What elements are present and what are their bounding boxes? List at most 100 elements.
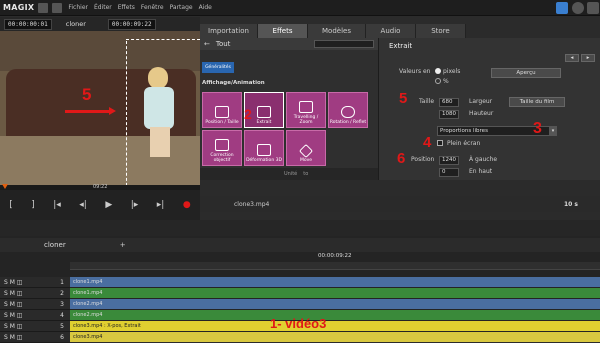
tab-templates[interactable]: Modèles [308, 24, 366, 38]
time-ruler[interactable] [70, 262, 600, 270]
x-label: À gauche [469, 156, 498, 163]
project-icon[interactable] [52, 2, 63, 13]
mark-out-icon[interactable]: ] [31, 200, 35, 210]
prev-frame-icon[interactable]: ◂| [79, 200, 87, 210]
clip-track-5[interactable]: clone3.mp4 : X-pos, Extrait [70, 321, 600, 331]
solo-mute-icon[interactable]: S M ◫ [4, 290, 22, 297]
clip-track-3[interactable]: clone2.mp4 [70, 299, 600, 309]
next-frame-icon[interactable]: |▸ [131, 200, 139, 210]
solo-mute-icon[interactable]: S M ◫ [4, 301, 22, 308]
tab-effects[interactable]: Effets [258, 24, 308, 38]
tile-travelling-zoom[interactable]: Travelling / Zoom [286, 92, 326, 128]
export-icon[interactable] [587, 2, 599, 14]
library-nav: ← Tout [200, 38, 378, 50]
track-header: S M ◫ 1 [0, 277, 70, 288]
menu-effects[interactable]: Effets [118, 4, 135, 11]
annotation-2: 2 [244, 106, 252, 122]
menu-file[interactable]: Fichier [68, 4, 88, 11]
save-icon[interactable] [38, 2, 49, 13]
next-marker-icon[interactable]: ▸| [157, 200, 165, 210]
percent-radio[interactable] [435, 78, 441, 84]
pixels-label: pixels [443, 68, 461, 75]
menu-help[interactable]: Aide [199, 4, 212, 11]
clip-track-1[interactable]: clone1.mp4 [70, 277, 600, 287]
menu-window[interactable]: Fenêtre [141, 4, 164, 11]
pixels-radio[interactable] [435, 68, 441, 74]
tile-move[interactable]: Move [286, 130, 326, 166]
clip-track-2[interactable]: clone1.mp4 [70, 288, 600, 298]
tab-audio[interactable]: Audio [366, 24, 416, 38]
position-label: Position [411, 156, 435, 163]
solo-mute-icon[interactable]: S M ◫ [4, 323, 22, 330]
track-header: S M ◫ 4 [0, 310, 70, 321]
clip-track-6[interactable]: clone3.mp4 [70, 332, 600, 342]
ruler-center-time: 00:00:09:22 [318, 253, 352, 259]
next-keyframe-button[interactable]: ▸ [581, 54, 595, 62]
menu-edit[interactable]: Éditer [94, 4, 112, 11]
tab-store[interactable]: Store [416, 24, 466, 38]
annotation-3: 3 [533, 120, 542, 137]
tab-import[interactable]: Importation [200, 24, 258, 38]
library-footer: Unité to [200, 168, 378, 180]
track-header: S M ◫ 3 [0, 299, 70, 310]
play-icon[interactable]: ▶ [105, 200, 112, 210]
tile-rotation-mirror[interactable]: Rotation / Reflet [328, 92, 368, 128]
filter-label[interactable]: Tout [216, 40, 231, 48]
burn-icon[interactable] [572, 2, 584, 14]
solo-mute-icon[interactable]: S M ◫ [4, 279, 22, 286]
crop-guide[interactable] [126, 41, 127, 185]
tile-lens-correction[interactable]: Correction objectif [202, 130, 242, 166]
solo-mute-icon[interactable]: S M ◫ [4, 312, 22, 319]
width-field[interactable]: 680 [439, 98, 459, 107]
x-field[interactable]: 1240 [439, 156, 459, 165]
film-size-button[interactable]: Taille du film [509, 97, 565, 107]
timecode-end[interactable]: 00:00:09:22 [107, 18, 156, 30]
edit-mode-icon[interactable] [556, 2, 568, 14]
size-label: Taille [419, 98, 435, 105]
video-preview[interactable]: 5 [0, 31, 200, 185]
effects-library: ← Tout Généralités Affichage/Animation P… [200, 38, 378, 180]
crop-guide-top[interactable] [126, 39, 200, 40]
track-3: S M ◫ 3 clone2.mp4 [0, 299, 600, 310]
prev-keyframe-button[interactable]: ◂ [565, 54, 579, 62]
arrow-head-icon [109, 107, 116, 115]
timecode-start[interactable]: 00:00:00:01 [4, 18, 52, 30]
height-label: Hauteur [469, 110, 494, 117]
chevron-down-icon[interactable]: ▾ [549, 126, 557, 136]
app-logo: MAGIX [3, 3, 35, 12]
mark-in-icon[interactable]: [ [9, 200, 13, 210]
wall [0, 31, 200, 71]
fullscreen-checkbox[interactable] [437, 140, 443, 146]
annotation-1: 1- vidéo3 [270, 316, 327, 331]
clip-name: clone3.mp4 [234, 200, 270, 208]
position-icon [215, 106, 229, 118]
record-icon[interactable]: ● [183, 200, 191, 210]
preview-button[interactable]: Aperçu [491, 68, 561, 78]
child-legs [150, 127, 170, 157]
tile-position-size[interactable]: Position / Taille [202, 92, 242, 128]
y-field[interactable]: 0 [439, 168, 459, 177]
add-tab-icon[interactable]: + [120, 241, 126, 249]
track-header: S M ◫ 6 [0, 332, 70, 343]
track-number: 5 [60, 322, 64, 330]
back-icon[interactable]: ← [204, 40, 210, 48]
menu-bar: MAGIX Fichier Éditer Effets Fenêtre Part… [0, 0, 600, 16]
solo-mute-icon[interactable]: S M ◫ [4, 334, 22, 341]
menu-share[interactable]: Partage [170, 4, 193, 11]
clip-track-4[interactable]: clone2.mp4 [70, 310, 600, 320]
track-number: 3 [60, 300, 64, 308]
tile-3d-distortion[interactable]: Déformation 3D [244, 130, 284, 166]
category-general[interactable]: Généralités [202, 62, 234, 73]
timeline-tabbar: cloner + [0, 238, 600, 252]
child-body [144, 87, 174, 129]
transport-bar: [ ] |◂ ◂| ▶ |▸ ▸| ● [0, 190, 200, 220]
height-field[interactable]: 1080 [439, 110, 459, 119]
fullscreen-label: Plein écran [447, 140, 481, 147]
track-1: S M ◫ 1 clone1.mp4 [0, 277, 600, 288]
scrubber-start-marker[interactable] [2, 184, 8, 189]
search-input[interactable] [314, 40, 374, 48]
media-pool-tabs: Importation Effets Modèles Audio Store [200, 24, 600, 38]
y-label: En haut [469, 168, 493, 175]
prev-marker-icon[interactable]: |◂ [53, 200, 61, 210]
timeline-tab[interactable]: cloner [44, 241, 66, 249]
